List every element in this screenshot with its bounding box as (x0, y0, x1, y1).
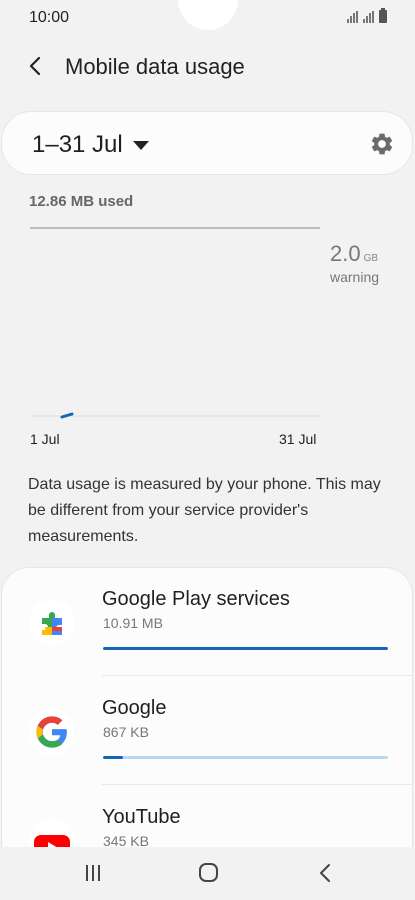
divider (102, 675, 412, 676)
app-header: Mobile data usage (0, 42, 415, 92)
home-icon[interactable] (193, 861, 223, 885)
chart-start-date: 1 Jul (30, 431, 60, 447)
status-bar: 10:00 (0, 0, 415, 36)
usage-bar-fill (103, 647, 388, 650)
usage-bar-fill (103, 756, 123, 759)
usage-bar-track (103, 647, 388, 650)
app-data-size: 345 KB (103, 833, 149, 847)
youtube-icon (29, 818, 75, 847)
measurement-note: Data usage is measured by your phone. Th… (28, 476, 381, 545)
status-icons (347, 8, 387, 23)
battery-icon (379, 8, 387, 23)
google-play-services-icon (29, 600, 75, 646)
recent-apps-icon[interactable] (78, 861, 108, 885)
period-card: 1–31 Jul (1, 111, 413, 175)
warning-limit-unit: GB (363, 253, 379, 264)
warning-limit-value: 2.0 GB (330, 241, 378, 267)
app-usage-list: Google Play services 10.91 MB Google 867… (1, 567, 413, 847)
app-name: Google Play services (102, 588, 290, 610)
navigation-bar (0, 847, 415, 900)
list-item[interactable]: Google Play services 10.91 MB (2, 568, 412, 676)
back-arrow-icon[interactable] (26, 55, 46, 77)
app-data-size: 10.91 MB (103, 615, 163, 631)
cell-signal-icon (363, 11, 374, 23)
app-name: Google (102, 697, 167, 719)
app-data-size: 867 KB (103, 724, 149, 740)
usage-bar-track (103, 756, 388, 759)
camera-notch (178, 0, 238, 30)
app-name: YouTube (102, 806, 181, 828)
chart-end-date: 31 Jul (279, 431, 317, 447)
list-item[interactable]: YouTube 345 KB (2, 786, 412, 847)
status-time: 10:00 (29, 9, 70, 26)
wifi-signal-icon (347, 11, 358, 23)
google-icon (29, 709, 75, 755)
dropdown-caret-icon[interactable] (133, 141, 149, 150)
data-used-label: 12.86 MB used (29, 193, 134, 210)
page-title: Mobile data usage (65, 54, 245, 79)
back-nav-icon[interactable] (311, 861, 341, 885)
period-selector[interactable]: 1–31 Jul (32, 131, 123, 159)
warning-limit-number: 2.0 (330, 241, 361, 266)
warning-limit-caption: warning (330, 269, 380, 285)
list-item[interactable]: Google 867 KB (2, 677, 412, 785)
usage-trend-line (60, 412, 74, 419)
gear-icon[interactable] (369, 131, 395, 157)
divider (102, 784, 412, 785)
